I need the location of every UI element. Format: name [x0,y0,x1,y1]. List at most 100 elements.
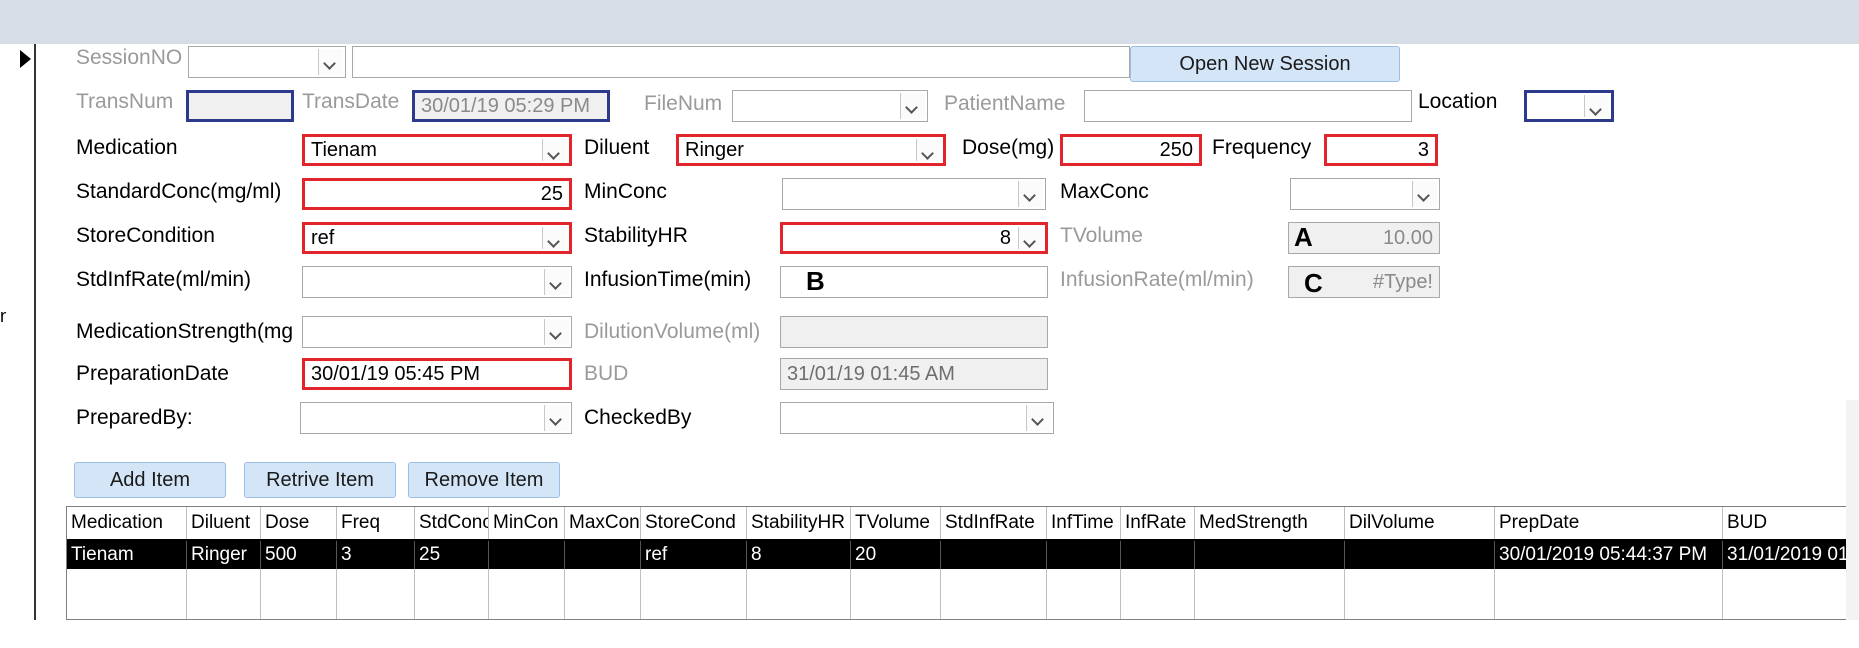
chevron-down-icon[interactable] [544,319,569,345]
table-cell[interactable] [1195,541,1345,569]
table-cell[interactable] [1047,541,1121,569]
file-num-combo[interactable] [732,90,928,122]
column-header[interactable]: MaxCon [565,507,641,539]
chevron-down-icon[interactable] [1018,227,1043,249]
table-cell[interactable]: 30/01/2019 05:44:37 PM [1495,541,1723,569]
chevron-down-icon[interactable] [544,269,569,295]
new-record-cell[interactable] [1195,569,1345,619]
items-datasheet[interactable]: Medication Tienam Diluent Ringer Dose 500 Freq… [66,506,1856,620]
trans-date-field[interactable]: 30/01/19 05:29 PM [412,90,610,122]
trans-num-label: TransNum [76,90,174,113]
diluent-combo[interactable]: Ringer [676,134,946,166]
open-new-session-button[interactable]: Open New Session [1130,46,1400,82]
dilution-volume-field[interactable] [780,316,1048,348]
column-header[interactable]: PrepDate [1495,507,1723,539]
session-no-combo[interactable] [188,46,346,78]
table-cell[interactable] [565,541,641,569]
column-header[interactable]: StabilityHR [747,507,851,539]
stability-hr-combo[interactable]: 8 [780,222,1048,254]
session-text-field[interactable] [352,46,1130,78]
table-cell[interactable]: Ringer [187,541,261,569]
medication-combo[interactable]: Tienam [302,134,572,166]
table-cell[interactable]: 8 [747,541,851,569]
column-header[interactable]: TVolume [851,507,941,539]
bud-field[interactable]: 31/01/19 01:45 AM [780,358,1048,390]
chevron-down-icon[interactable] [916,139,941,161]
std-inf-rate-combo[interactable] [302,266,572,298]
table-cell[interactable]: Tienam [67,541,187,569]
column-header[interactable]: Freq [337,507,415,539]
new-record-cell[interactable] [1047,569,1121,619]
chevron-down-icon[interactable] [1584,95,1609,117]
file-num-label: FileNum [644,92,723,115]
new-record-cell[interactable] [851,569,941,619]
column-header[interactable]: StoreCond [641,507,747,539]
column-header[interactable]: InfTime [1047,507,1121,539]
table-cell[interactable] [1121,541,1195,569]
chevron-down-icon[interactable] [1018,181,1043,207]
new-record-cell[interactable] [67,569,187,619]
new-record-cell[interactable] [1723,569,1855,619]
column-header[interactable]: MinCon [489,507,565,539]
patient-name-field[interactable] [1084,90,1412,122]
preparation-date-label: PreparationDate [76,362,229,385]
store-condition-combo[interactable]: ref [302,222,572,254]
column-header[interactable]: StdInfRate [941,507,1047,539]
chevron-down-icon[interactable] [318,49,343,75]
min-conc-combo[interactable] [782,178,1046,210]
column-header[interactable]: StdConc [415,507,489,539]
new-record-cell[interactable] [1345,569,1495,619]
add-item-button[interactable]: Add Item [74,462,226,498]
table-cell[interactable] [1345,541,1495,569]
frequency-value: 3 [1417,139,1429,161]
new-record-cell[interactable] [261,569,337,619]
column-header[interactable]: BUD [1723,507,1855,539]
trans-num-field[interactable] [186,90,294,122]
table-cell[interactable] [489,541,565,569]
vertical-scrollbar[interactable] [1846,400,1859,620]
table-cell[interactable]: 500 [261,541,337,569]
table-cell[interactable] [941,541,1047,569]
table-cell[interactable]: ref [641,541,747,569]
max-conc-combo[interactable] [1290,178,1440,210]
new-record-cell[interactable] [187,569,261,619]
column-header[interactable]: InfRate [1121,507,1195,539]
standard-conc-field[interactable]: 25 [302,178,572,210]
checked-by-combo[interactable] [780,402,1054,434]
chevron-down-icon[interactable] [542,139,567,161]
chevron-down-icon[interactable] [544,405,569,431]
column-header[interactable]: Diluent [187,507,261,539]
new-record-cell[interactable] [337,569,415,619]
table-cell[interactable]: 3 [337,541,415,569]
record-selector[interactable] [0,44,36,620]
retrive-item-button[interactable]: Retrive Item [244,462,396,498]
chevron-down-icon[interactable] [1412,181,1437,207]
new-record-cell[interactable] [565,569,641,619]
chevron-down-icon[interactable] [542,227,567,249]
new-record-cell[interactable] [641,569,747,619]
new-record-cell[interactable] [489,569,565,619]
frequency-field[interactable]: 3 [1324,134,1438,166]
new-record-cell[interactable] [747,569,851,619]
new-record-cell[interactable] [1121,569,1195,619]
remove-item-button[interactable]: Remove Item [408,462,560,498]
table-cell[interactable]: 25 [415,541,489,569]
prepared-by-combo[interactable] [300,402,572,434]
chevron-down-icon[interactable] [1026,405,1051,431]
preparation-date-field[interactable]: 30/01/19 05:45 PM [302,358,572,390]
chevron-down-icon[interactable] [900,93,925,119]
column-header[interactable]: Medication [67,507,187,539]
table-cell[interactable]: 20 [851,541,941,569]
column-header[interactable]: MedStrength [1195,507,1345,539]
new-record-cell[interactable] [415,569,489,619]
dose-field[interactable]: 250 [1060,134,1202,166]
dilution-volume-label: DilutionVolume(ml) [584,320,761,343]
location-combo[interactable] [1524,90,1614,122]
column-header[interactable]: DilVolume [1345,507,1495,539]
bud-value: 31/01/19 01:45 AM [787,363,955,385]
new-record-cell[interactable] [941,569,1047,619]
new-record-cell[interactable] [1495,569,1723,619]
column-header[interactable]: Dose [261,507,337,539]
medication-strength-combo[interactable] [302,316,572,348]
table-cell[interactable]: 31/01/2019 01:44:37 AM [1723,541,1855,569]
